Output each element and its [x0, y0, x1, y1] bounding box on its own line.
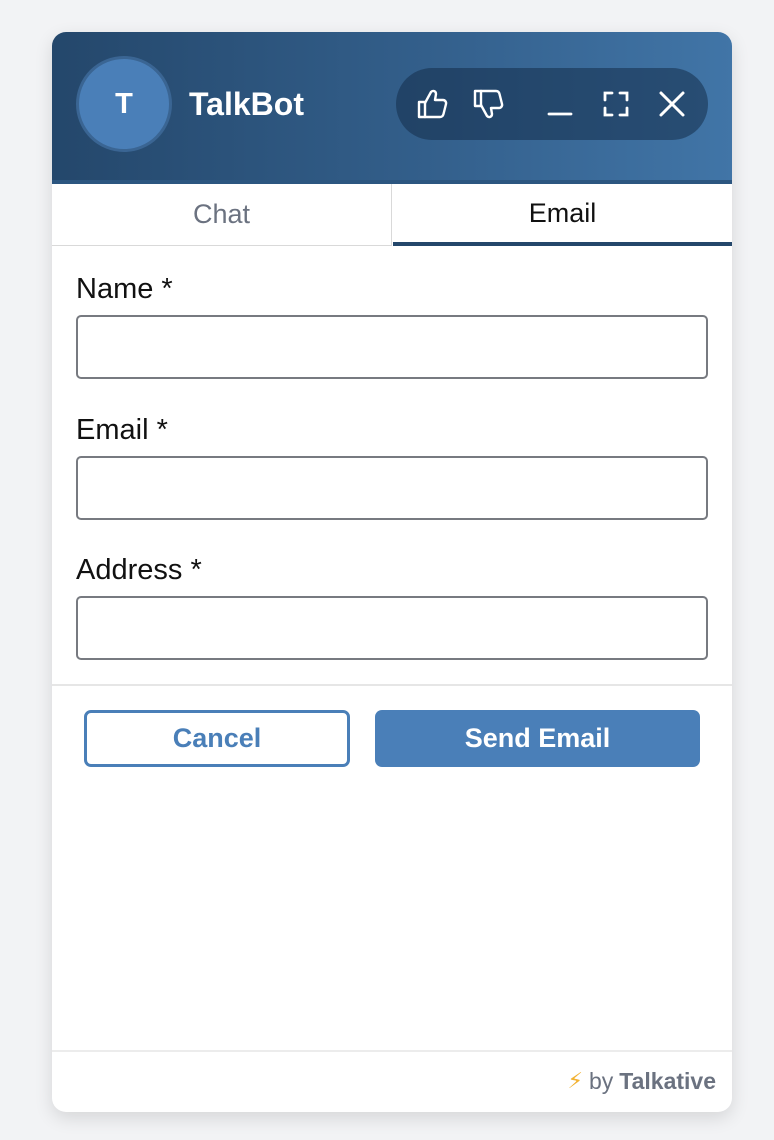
bot-avatar: T	[76, 56, 172, 152]
address-label: Address *	[76, 554, 202, 586]
tab-bar: Chat Email	[52, 180, 732, 246]
send-email-button[interactable]: Send Email	[375, 710, 700, 767]
brand-name[interactable]: Talkative	[619, 1068, 716, 1095]
email-label: Email *	[76, 414, 168, 446]
close-icon[interactable]	[650, 82, 694, 126]
chat-widget: T TalkBot Chat Email Name * Email * Addr…	[52, 32, 732, 1112]
thumbs-down-icon[interactable]	[466, 82, 510, 126]
header-controls	[396, 68, 708, 140]
tab-email[interactable]: Email	[393, 184, 732, 246]
lightning-bolt-icon: ⚡	[567, 1068, 583, 1093]
tab-chat[interactable]: Chat	[52, 184, 392, 246]
email-field[interactable]	[76, 456, 708, 520]
name-field[interactable]	[76, 315, 708, 379]
fullscreen-icon[interactable]	[594, 82, 638, 126]
widget-header: T TalkBot	[52, 32, 732, 180]
minimize-icon[interactable]	[538, 82, 582, 126]
name-label: Name *	[76, 273, 173, 305]
form-divider	[52, 684, 732, 686]
powered-by: ⚡ by Talkative	[568, 1066, 717, 1096]
cancel-button[interactable]: Cancel	[84, 710, 350, 767]
footer-divider	[52, 1050, 732, 1052]
address-field[interactable]	[76, 596, 708, 660]
bot-name: TalkBot	[189, 86, 304, 122]
by-text: by	[588, 1067, 614, 1094]
thumbs-up-icon[interactable]	[410, 82, 454, 126]
